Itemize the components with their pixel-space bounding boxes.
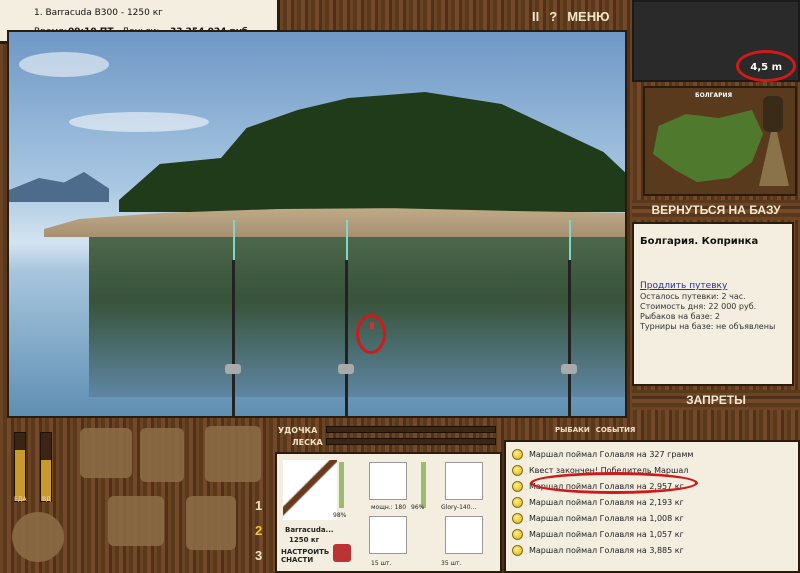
smiley-icon bbox=[512, 480, 523, 492]
forest-island bbox=[119, 92, 625, 212]
bait-slot[interactable] bbox=[445, 516, 483, 554]
food-label: ЕДА bbox=[14, 496, 27, 503]
menu-button[interactable]: МЕНЮ bbox=[567, 9, 609, 24]
rod-wear-pct: 98% bbox=[333, 512, 347, 519]
reel-icon bbox=[561, 364, 577, 374]
rod-name: Barracuda... bbox=[285, 526, 334, 534]
country-map[interactable] bbox=[653, 110, 763, 182]
tab-fishers[interactable]: РЫБАКИ bbox=[555, 426, 590, 434]
log-row: Маршал поймал Голавля на 2,193 кг bbox=[512, 495, 684, 509]
log-row: Маршал поймал Голавля на 327 грамм bbox=[512, 447, 693, 461]
backpack-icon[interactable] bbox=[140, 428, 184, 482]
hook-slot[interactable] bbox=[369, 516, 407, 554]
tackle-panel: 98% Barracuda... 1250 кг НАСТРОИТЬ СНАСТ… bbox=[275, 452, 502, 573]
log-text: Маршал поймал Голавля на 2,193 кг bbox=[529, 497, 684, 507]
map-panel[interactable]: БОЛГАРИЯ bbox=[643, 86, 797, 196]
mountain bbox=[9, 172, 109, 202]
line-label: ЛЕСКА bbox=[292, 438, 323, 447]
cloud bbox=[69, 112, 209, 132]
reel-wear-gauge bbox=[421, 462, 426, 508]
depth-value: 4,5 m bbox=[750, 62, 782, 73]
log-text: Маршал поймал Голавля на 1,057 кг bbox=[529, 529, 684, 539]
location-panel: Болгария. Копринка Продлить путевку Оста… bbox=[632, 222, 794, 386]
slot-1[interactable]: 1 bbox=[255, 498, 262, 513]
top-buttons: II ? МЕНЮ bbox=[532, 6, 628, 26]
tab-events[interactable]: СОБЫТИЯ bbox=[596, 426, 636, 434]
food-icon[interactable] bbox=[12, 512, 64, 562]
drink-level bbox=[41, 460, 51, 501]
log-text: Маршал поймал Голавля на 327 грамм bbox=[529, 449, 694, 459]
bait-box-icon[interactable] bbox=[80, 428, 132, 478]
rod-icon[interactable] bbox=[283, 460, 337, 520]
smiley-icon bbox=[512, 544, 523, 556]
slot-2[interactable]: 2 bbox=[255, 523, 262, 538]
reel-slot[interactable] bbox=[369, 462, 407, 500]
line-name: Glory-140... bbox=[441, 504, 477, 511]
inventory-panel: ЕДА ВД 1 2 3 bbox=[0, 420, 275, 573]
fishing-rod-2[interactable] bbox=[345, 260, 348, 416]
line-slot[interactable] bbox=[445, 462, 483, 500]
rod-label: УДОЧКА bbox=[278, 426, 318, 435]
drink-label: ВД bbox=[42, 496, 51, 503]
smiley-icon bbox=[512, 496, 523, 508]
fishing-rod-1[interactable] bbox=[232, 260, 235, 416]
smiley-icon bbox=[512, 464, 523, 476]
bucket-icon[interactable] bbox=[186, 496, 236, 550]
bait-bag-icon[interactable] bbox=[108, 496, 164, 546]
rod-tip bbox=[569, 220, 571, 260]
rod-wear-gauge bbox=[339, 462, 344, 508]
log-row: Маршал поймал Голавля на 1,057 кг bbox=[512, 527, 684, 541]
hook-count: 15 шт. bbox=[371, 560, 392, 567]
reel-icon bbox=[338, 364, 354, 374]
current-tackle: 1. Barracuda B300 - 1250 кг bbox=[34, 8, 163, 18]
slot-3[interactable]: 3 bbox=[255, 548, 262, 563]
log-row: Маршал поймал Голавля на 1,008 кг bbox=[512, 511, 684, 525]
return-base-button[interactable]: ВЕРНУТЬСЯ НА БАЗУ bbox=[632, 200, 800, 220]
extend-pass-link[interactable]: Продлить путевку bbox=[640, 281, 786, 291]
cloud bbox=[19, 52, 109, 77]
event-log[interactable]: Маршал поймал Голавля на 327 грамм Квест… bbox=[504, 440, 800, 573]
depth-panel: 4,5 m bbox=[632, 0, 800, 82]
setup-icon[interactable] bbox=[333, 544, 351, 562]
drink-meter bbox=[40, 432, 52, 502]
rod-tip bbox=[346, 220, 348, 260]
water-reflection bbox=[89, 237, 625, 397]
food-level bbox=[15, 450, 25, 501]
smiley-icon bbox=[512, 528, 523, 540]
setup-tackle-button[interactable]: НАСТРОИТЬ СНАСТИ bbox=[281, 548, 333, 564]
log-row: Маршал поймал Голавля на 3,885 кг bbox=[512, 543, 684, 557]
rod-line-status: УДОЧКА ЛЕСКА bbox=[278, 422, 500, 450]
rod-tip bbox=[233, 220, 235, 260]
log-text: Маршал поймал Голавля на 1,008 кг bbox=[529, 513, 684, 523]
log-tabs: РЫБАКИ СОБЫТИЯ bbox=[555, 426, 635, 434]
fishers-count: Рыбаков на базе: 2 bbox=[640, 312, 720, 321]
reel-power: мощн.: 180 bbox=[371, 504, 407, 511]
help-button[interactable]: ? bbox=[549, 9, 557, 24]
highlight-circle bbox=[356, 314, 386, 354]
rod-tension-bar bbox=[326, 426, 496, 433]
day-cost: Стоимость дня: 22 000 руб. bbox=[640, 302, 757, 311]
lantern-icon bbox=[763, 96, 783, 132]
rules-button[interactable]: ЗАПРЕТЫ bbox=[632, 390, 800, 410]
highlight-circle bbox=[530, 472, 698, 494]
pause-button[interactable]: II bbox=[532, 9, 539, 24]
bait-count: 35 шт. bbox=[441, 560, 462, 567]
location-title: Болгария. Копринка bbox=[640, 236, 759, 247]
fishing-rod-3[interactable] bbox=[568, 260, 571, 416]
smiley-icon bbox=[512, 448, 523, 460]
log-text: Маршал поймал Голавля на 3,885 кг bbox=[529, 545, 684, 555]
reel-wear-pct: 96% bbox=[411, 504, 425, 511]
keepnet-icon[interactable] bbox=[205, 426, 261, 482]
broom-icon bbox=[759, 132, 789, 186]
tournaments: Турниры на базе: не объявлены bbox=[640, 322, 776, 331]
fishing-scene[interactable] bbox=[7, 30, 627, 418]
pass-remaining: Осталось путевки: 2 час. bbox=[640, 292, 746, 301]
map-title: БОЛГАРИЯ bbox=[695, 92, 733, 99]
line-tension-bar bbox=[326, 438, 496, 445]
reel-icon bbox=[225, 364, 241, 374]
rod-load: 1250 кг bbox=[289, 536, 320, 544]
food-meter bbox=[14, 432, 26, 502]
smiley-icon bbox=[512, 512, 523, 524]
